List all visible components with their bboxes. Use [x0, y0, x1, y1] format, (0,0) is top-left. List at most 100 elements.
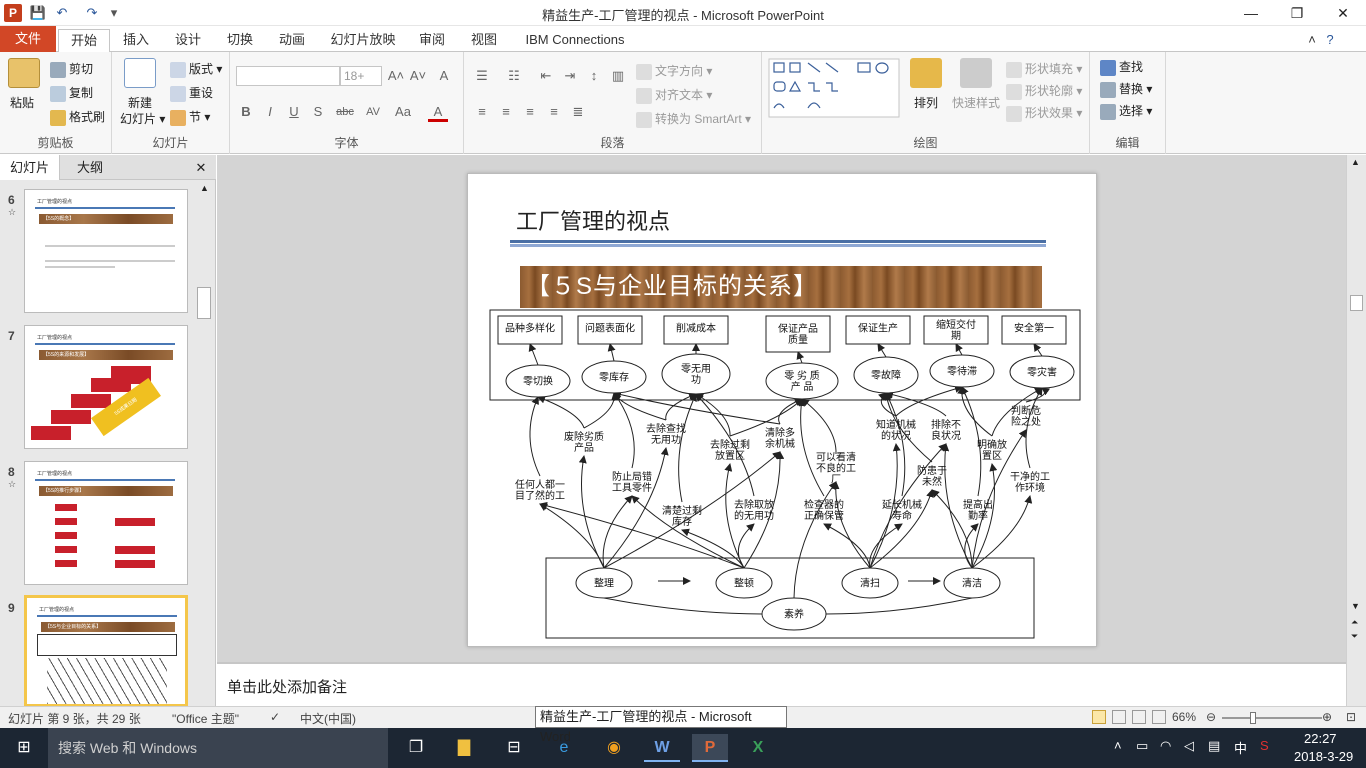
windows-start-icon[interactable]: ⊞ [6, 734, 42, 762]
notes-placeholder[interactable]: 单击此处添加备注 [227, 676, 347, 697]
bold-button[interactable]: B [236, 102, 256, 122]
columns-button[interactable]: ▥ [608, 66, 628, 86]
powerpoint-taskbar-icon[interactable]: P [692, 734, 728, 762]
scroll-down-icon[interactable]: ▼ [1351, 601, 1360, 611]
scroll-up-icon[interactable]: ▲ [198, 183, 211, 197]
zoom-slider-thumb[interactable] [1250, 712, 1256, 724]
font-color-button[interactable]: A [428, 102, 448, 122]
zoom-slider[interactable] [1222, 717, 1322, 719]
layout-button[interactable]: 版式 ▾ [170, 60, 222, 78]
bullets-button[interactable]: ☰ [472, 66, 492, 86]
close-button[interactable]: ✕ [1320, 0, 1366, 26]
theme-name[interactable]: "Office 主题" [172, 710, 239, 727]
tab-ibm-connections[interactable]: IBM Connections [520, 29, 630, 52]
align-center-button[interactable]: ≡ [496, 102, 516, 122]
distributed-button[interactable]: ≣ [568, 102, 588, 122]
tab-slides-panel[interactable]: 幻灯片 [0, 155, 60, 180]
restore-button[interactable]: ❐ [1274, 0, 1320, 26]
clear-format-button[interactable]: A [434, 66, 454, 86]
sorter-view-icon[interactable] [1112, 710, 1126, 724]
store-icon[interactable]: ⊟ [496, 734, 532, 762]
shrink-font-button[interactable]: A˅ [408, 66, 428, 86]
tray-expand-icon[interactable]: ˄ [1114, 738, 1122, 753]
text-direction-button[interactable]: 文字方向 ▾ [636, 62, 712, 80]
tab-animations[interactable]: 动画 [272, 29, 312, 52]
new-slide-dropdown[interactable]: 幻灯片 ▾ [120, 110, 165, 127]
sogou-icon[interactable]: S [1260, 738, 1269, 753]
font-size-box[interactable]: 18+ [340, 66, 382, 86]
tab-design[interactable]: 设计 [168, 29, 208, 52]
arrange-button[interactable]: 排列 [914, 94, 938, 111]
file-explorer-icon[interactable]: ▇ [446, 734, 482, 762]
relationship-diagram[interactable]: 品种多样化 问题表面化 削减成本 保证产品质量保证生产 缩短交付期安全第一 零切换 零库存… [468, 174, 1098, 648]
next-slide-icon[interactable]: ⏷ [1351, 631, 1358, 642]
app-icon[interactable]: ◉ [596, 734, 632, 762]
prev-slide-icon[interactable]: ⏶ [1351, 617, 1358, 628]
quick-styles-button[interactable]: 快速样式 [952, 94, 1000, 111]
scroll-thumb[interactable] [197, 287, 211, 319]
scroll-thumb[interactable] [1350, 295, 1363, 311]
replace-button[interactable]: 替换 ▾ [1100, 80, 1152, 98]
grow-font-button[interactable]: A˄ [386, 66, 406, 86]
taskbar-search[interactable]: 搜索 Web 和 Windows [48, 728, 388, 768]
zoom-out-icon[interactable]: ⊖ [1206, 710, 1216, 724]
underline-button[interactable]: U [284, 102, 304, 122]
ime-indicator[interactable]: 中 [1234, 738, 1247, 757]
tab-outline-panel[interactable]: 大纲 [62, 155, 118, 180]
help-icon[interactable]: ? [1322, 29, 1338, 52]
slide-thumb-8[interactable]: 工厂管理的视点 【5S的推行步骤】 [24, 461, 188, 585]
tab-transitions[interactable]: 切换 [220, 29, 260, 52]
format-painter-button[interactable]: 格式刷 [50, 108, 105, 126]
collapse-ribbon-icon[interactable]: ˄ [1304, 29, 1320, 52]
select-button[interactable]: 选择 ▾ [1100, 102, 1152, 120]
minimize-button[interactable]: — [1228, 0, 1274, 26]
copy-button[interactable]: 复制 [50, 84, 93, 102]
increase-indent-button[interactable]: ⇥ [560, 66, 580, 86]
shape-outline-button[interactable]: 形状轮廓 ▾ [1006, 82, 1082, 100]
slide-thumb-7[interactable]: 工厂管理的视点 【5S的来源和发展】 5S成果日期 [24, 325, 188, 449]
tab-slideshow[interactable]: 幻灯片放映 [326, 29, 400, 52]
clock-time[interactable]: 22:27 [1304, 731, 1337, 746]
reset-button[interactable]: 重设 [170, 84, 213, 102]
word-taskbar-icon[interactable]: W [644, 734, 680, 762]
normal-view-icon[interactable] [1092, 710, 1106, 724]
char-spacing-button[interactable]: AV [360, 102, 386, 122]
spell-check-icon[interactable]: ✓ [270, 710, 280, 724]
slideshow-view-icon[interactable] [1152, 710, 1166, 724]
tab-file[interactable]: 文件 [0, 26, 56, 52]
battery-icon[interactable]: ▭ [1136, 738, 1148, 754]
numbering-button[interactable]: ☷ [504, 66, 524, 86]
paste-icon[interactable] [8, 58, 40, 88]
shadow-button[interactable]: S [308, 102, 328, 122]
reading-view-icon[interactable] [1132, 710, 1146, 724]
section-button[interactable]: 节 ▾ [170, 108, 210, 126]
strikethrough-button[interactable]: abc [332, 102, 358, 122]
shapes-gallery[interactable] [768, 58, 900, 118]
line-spacing-button[interactable]: ↕ [584, 66, 604, 86]
align-right-button[interactable]: ≡ [520, 102, 540, 122]
current-slide[interactable]: 工厂管理的视点 【５S与企业目标的关系】 品种多样化 问题表面化 削减成本 保证产品质… [467, 173, 1097, 647]
excel-taskbar-icon[interactable]: X [740, 734, 776, 762]
scroll-up-icon[interactable]: ▲ [1351, 157, 1360, 167]
find-button[interactable]: 查找 [1100, 58, 1143, 76]
font-name-box[interactable] [236, 66, 340, 86]
slide-thumb-9[interactable]: 工厂管理的视点 【5S与企业目标的关系】 [24, 595, 188, 707]
smartart-button[interactable]: 转换为 SmartArt ▾ [636, 110, 751, 128]
justify-button[interactable]: ≡ [544, 102, 564, 122]
paste-button[interactable]: 粘贴 [10, 94, 34, 111]
fit-slide-icon[interactable]: ⊡ [1346, 710, 1356, 724]
zoom-in-icon[interactable]: ⊕ [1322, 710, 1332, 724]
tab-view[interactable]: 视图 [464, 29, 504, 52]
notes-pane[interactable]: 单击此处添加备注 [217, 662, 1346, 706]
align-left-button[interactable]: ≡ [472, 102, 492, 122]
zoom-level[interactable]: 66% [1172, 710, 1196, 724]
shape-fill-button[interactable]: 形状填充 ▾ [1006, 60, 1082, 78]
slide-thumb-6[interactable]: 工厂管理的视点 【5S的概念】 [24, 189, 188, 313]
task-view-icon[interactable]: ❐ [398, 734, 434, 762]
shape-effects-button[interactable]: 形状效果 ▾ [1006, 104, 1082, 122]
notification-icon[interactable]: ▤ [1208, 738, 1220, 754]
arrange-icon[interactable] [910, 58, 942, 88]
decrease-indent-button[interactable]: ⇤ [536, 66, 556, 86]
canvas-scrollbar[interactable]: ▲ ▼ ⏶ ⏷ [1346, 155, 1366, 706]
cut-button[interactable]: 剪切 [50, 60, 93, 78]
